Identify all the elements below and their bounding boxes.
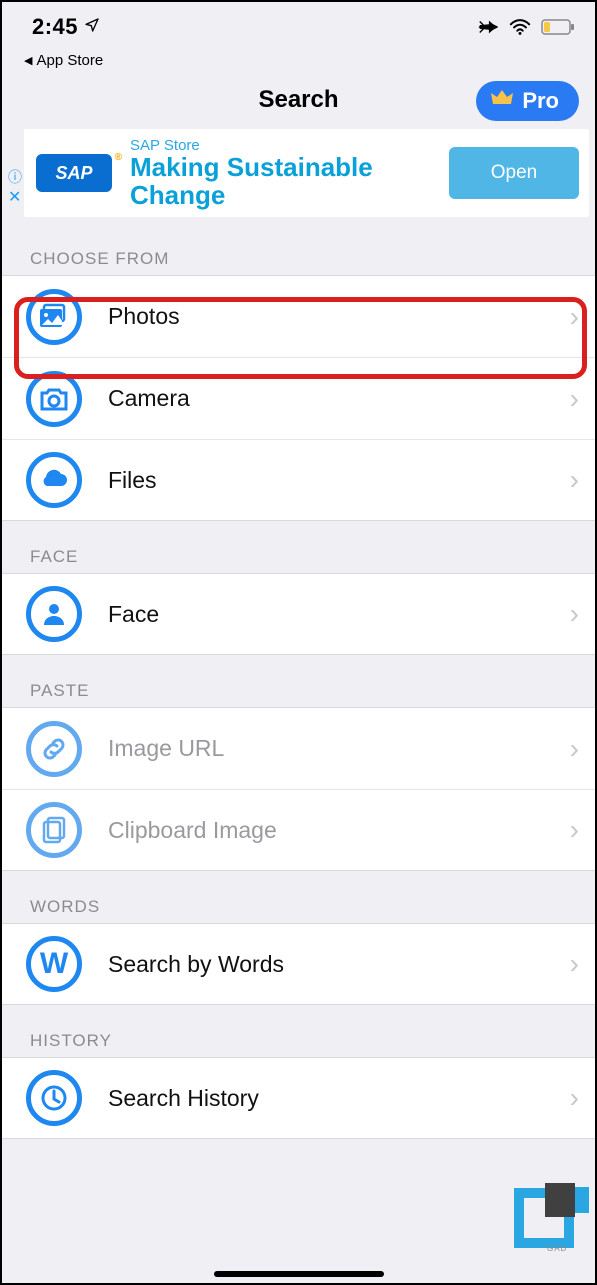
row-label: Search by Words [108, 951, 570, 978]
row-face[interactable]: Face › [2, 573, 595, 655]
ad-info-icon[interactable]: ⓘ [8, 167, 22, 187]
status-bar: 2:45 [2, 2, 595, 52]
ad-logo: SAP® [36, 154, 112, 192]
section-header-history: HISTORY [2, 1005, 595, 1057]
page-title: Search [258, 86, 338, 114]
row-label: Photos [108, 303, 570, 330]
link-icon [26, 721, 82, 777]
row-search-by-words[interactable]: W Search by Words › [2, 923, 595, 1005]
crown-icon [490, 86, 514, 116]
section-header-face: FACE [2, 521, 595, 573]
ad-open-button[interactable]: Open [449, 147, 579, 199]
pro-button[interactable]: Pro [476, 81, 579, 121]
row-files[interactable]: Files › [2, 439, 595, 521]
section-header-paste: PASTE [2, 655, 595, 707]
watermark: GAD [513, 1183, 593, 1253]
pro-label: Pro [522, 88, 559, 114]
row-image-url[interactable]: Image URL › [2, 707, 595, 789]
airplane-mode-icon [477, 16, 499, 38]
status-time: 2:45 [32, 14, 78, 40]
home-indicator [214, 1271, 384, 1277]
section-header-choose-from: CHOOSE FROM [2, 223, 595, 275]
ad-close-icon[interactable]: ✕ [8, 187, 21, 207]
row-label: Image URL [108, 735, 570, 762]
ad-headline: Making Sustainable Change [130, 154, 449, 209]
words-icon: W [26, 936, 82, 992]
photos-icon [26, 289, 82, 345]
chevron-right-icon: › [570, 598, 579, 630]
chevron-right-icon: › [570, 814, 579, 846]
ad-banner[interactable]: ⓘ ✕ SAP® SAP Store Making Sustainable Ch… [24, 129, 589, 217]
chevron-right-icon: › [570, 301, 579, 333]
svg-text:GAD: GAD [547, 1244, 567, 1253]
chevron-right-icon: › [570, 733, 579, 765]
camera-icon [26, 371, 82, 427]
header: Search Pro [2, 75, 595, 125]
section-header-words: WORDS [2, 871, 595, 923]
back-to-appstore[interactable]: App Store [2, 52, 595, 75]
row-photos[interactable]: Photos › [2, 275, 595, 357]
row-label: Camera [108, 385, 570, 412]
face-icon [26, 586, 82, 642]
chevron-right-icon: › [570, 1082, 579, 1114]
wifi-icon [509, 17, 531, 37]
row-label: Search History [108, 1085, 570, 1112]
row-clipboard-image[interactable]: Clipboard Image › [2, 789, 595, 871]
row-camera[interactable]: Camera › [2, 357, 595, 439]
row-label: Files [108, 467, 570, 494]
chevron-right-icon: › [570, 383, 579, 415]
cloud-icon [26, 452, 82, 508]
chevron-right-icon: › [570, 464, 579, 496]
row-label: Face [108, 601, 570, 628]
row-search-history[interactable]: Search History › [2, 1057, 595, 1139]
history-icon [26, 1070, 82, 1126]
location-icon [84, 17, 100, 38]
chevron-right-icon: › [570, 948, 579, 980]
clipboard-icon [26, 802, 82, 858]
battery-icon [541, 18, 575, 36]
row-label: Clipboard Image [108, 817, 570, 844]
